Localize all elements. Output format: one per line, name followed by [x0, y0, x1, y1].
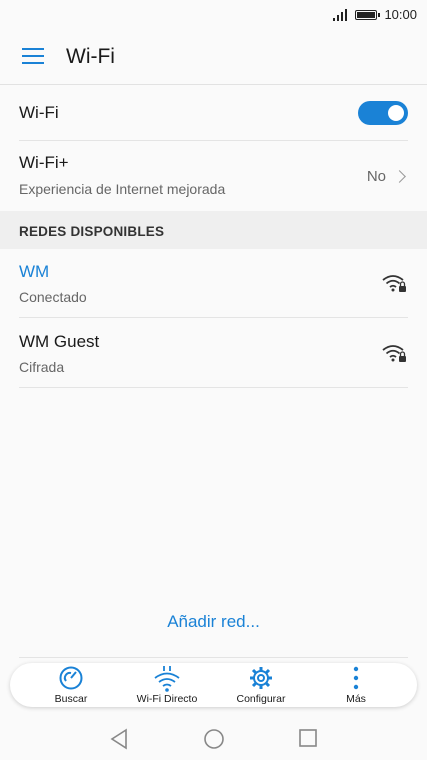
wifi-direct-icon: [154, 666, 180, 692]
wifi-direct-button[interactable]: Wi-Fi Directo: [117, 663, 217, 707]
wifi-locked-icon: [382, 275, 406, 292]
divider: [19, 140, 408, 141]
wifi-plus-row[interactable]: Wi-Fi+ Experiencia de Internet mejorada …: [19, 150, 408, 205]
wifi-plus-label: Wi-Fi+: [19, 153, 69, 172]
scan-button[interactable]: Buscar: [21, 663, 121, 707]
recents-square-icon[interactable]: [298, 728, 318, 748]
menu-icon[interactable]: [22, 47, 44, 65]
more-button[interactable]: Más: [306, 663, 406, 707]
network-name: WM: [19, 262, 50, 281]
back-triangle-icon[interactable]: [109, 728, 129, 750]
network-name: WM Guest: [19, 332, 100, 351]
wifi-plus-subtitle: Experiencia de Internet mejorada: [19, 181, 226, 197]
section-title: REDES DISPONIBLES: [19, 224, 165, 239]
configure-label: Configurar: [236, 693, 286, 705]
gear-icon: [250, 667, 272, 689]
divider: [19, 657, 408, 658]
section-header: REDES DISPONIBLES: [0, 211, 427, 249]
configure-button[interactable]: Configurar: [211, 663, 311, 707]
scan-label: Buscar: [54, 693, 88, 705]
network-status: Cifrada: [19, 359, 65, 375]
more-vertical-icon: [353, 666, 359, 690]
wifi-toggle-label: Wi-Fi: [19, 103, 59, 122]
divider: [19, 387, 408, 388]
status-bar: 10:00: [0, 0, 427, 30]
add-network-button[interactable]: Añadir red...: [0, 612, 427, 632]
wifi-locked-icon: [382, 345, 406, 362]
chevron-right-icon: [393, 170, 406, 183]
wifi-direct-label: Wi-Fi Directo: [136, 693, 198, 705]
scan-icon: [59, 666, 83, 690]
page-title: Wi-Fi: [66, 45, 115, 68]
network-item[interactable]: WM Conectado: [19, 260, 408, 312]
divider: [19, 317, 408, 318]
wifi-toggle-row[interactable]: Wi-Fi: [19, 97, 408, 129]
home-circle-icon[interactable]: [203, 728, 225, 750]
system-nav-bar: [0, 718, 427, 760]
network-status: Conectado: [19, 289, 87, 305]
signal-icon: [333, 9, 347, 21]
battery-icon: [355, 10, 380, 20]
wifi-toggle-switch[interactable]: [358, 101, 408, 125]
bottom-toolbar: Buscar Wi-Fi Directo Configurar Más: [10, 663, 417, 707]
network-item[interactable]: WM Guest Cifrada: [19, 330, 408, 382]
status-time: 10:00: [384, 7, 417, 22]
app-header: Wi-Fi: [0, 30, 427, 85]
wifi-plus-value: No: [366, 168, 386, 185]
more-label: Más: [346, 693, 366, 705]
